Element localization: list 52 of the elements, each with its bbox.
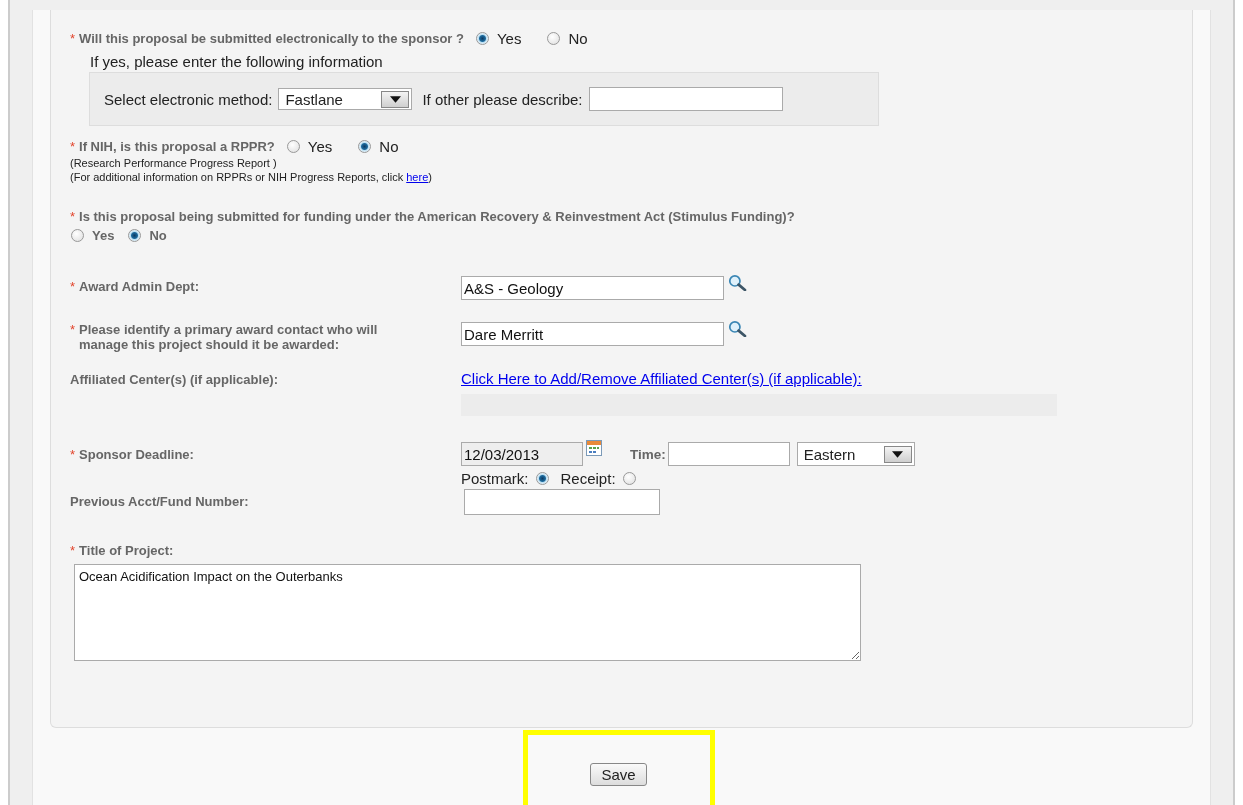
field-label: Is this proposal being submitted for funding under the American Recovery & Reinvestment Act (Stimulus Funding)?: [79, 209, 795, 224]
field-label: Sponsor Deadline:: [79, 447, 194, 462]
field-label: Time:: [630, 446, 666, 462]
field-label: Will this proposal be submitted electronically to the sponsor ?: [79, 31, 464, 46]
caret-icon: [381, 90, 410, 108]
text-area[interactable]: Ocean Acidification Impact on the Outerbanks: [74, 564, 861, 661]
input-field[interactable]: A&S - Geology: [461, 276, 724, 300]
radio-button[interactable]: [286, 140, 300, 153]
required-mark: *: [70, 279, 76, 294]
field-label: Award Admin Dept:: [79, 279, 199, 294]
required-mark: *: [70, 209, 76, 224]
save-button[interactable]: Save: [590, 762, 647, 786]
link[interactable]: here: [406, 171, 429, 183]
radio-button[interactable]: [71, 229, 84, 242]
radio-button[interactable]: [475, 32, 489, 45]
dropdown[interactable]: Fastlane: [278, 88, 413, 110]
input-field[interactable]: [588, 87, 783, 111]
input-field[interactable]: Dare Merritt: [461, 322, 724, 346]
caret-icon: [883, 445, 912, 463]
radio-button[interactable]: [535, 472, 549, 485]
link[interactable]: Click Here to Add/Remove Affiliated Center(s) (if applicable):: [461, 370, 1057, 387]
note-text: (For additional information on RPPRs or NIH Progress Reports, click here): [70, 171, 433, 183]
radio-button[interactable]: [128, 229, 142, 242]
required-mark: *: [70, 543, 76, 558]
required-mark: *: [70, 139, 76, 154]
input-field[interactable]: [464, 489, 660, 515]
radio-label: Receipt:: [560, 470, 616, 487]
note-text: (Research Performance Progress Report ): [70, 157, 278, 169]
field-label: Please identify a primary award contact who will manage this project should it be awarded:: [79, 322, 379, 352]
radio-label: Yes: [92, 228, 115, 243]
field-label: If NIH, is this proposal a RPPR?: [79, 139, 275, 154]
field-label: Title of Project:: [79, 543, 174, 558]
radio-label: Postmark:: [461, 470, 529, 487]
field-label: Select electronic method:: [104, 90, 273, 108]
radio-label: No: [568, 30, 588, 47]
radio-button[interactable]: [622, 472, 636, 485]
field-label: Affiliated Center(s) (if applicable):: [70, 372, 279, 387]
dropdown[interactable]: Eastern: [796, 442, 915, 466]
input-field[interactable]: [667, 442, 790, 466]
required-mark: *: [70, 447, 76, 462]
radio-label: Yes: [496, 30, 522, 47]
required-mark: *: [70, 322, 76, 337]
field-label: Previous Acct/Fund Number:: [70, 494, 249, 509]
radio-button[interactable]: [547, 32, 561, 45]
required-mark: *: [70, 31, 76, 46]
hint-text: If yes, please enter the following information: [90, 53, 384, 70]
radio-label: No: [149, 228, 167, 243]
radio-label: No: [379, 138, 399, 155]
radio-button[interactable]: [358, 140, 372, 153]
radio-label: Yes: [307, 138, 333, 155]
field-label: If other please describe:: [422, 90, 583, 108]
input-field[interactable]: 12/03/2013: [461, 442, 583, 466]
